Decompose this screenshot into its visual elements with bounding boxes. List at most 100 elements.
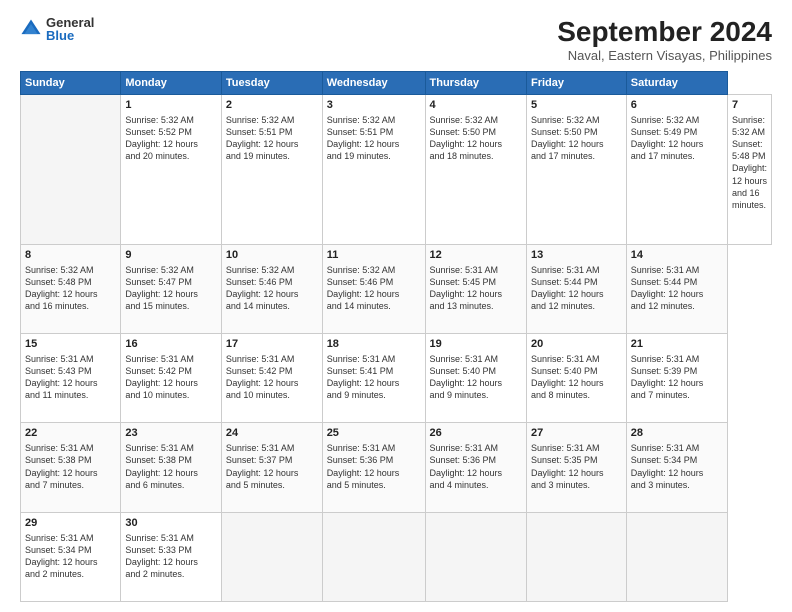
daylight-text-2: and 3 minutes. [531,480,590,490]
daylight-text-2: and 5 minutes. [327,480,386,490]
day-number: 15 [25,337,116,352]
daylight-text: Daylight: 12 hours [631,468,704,478]
day-cell: 13Sunrise: 5:31 AMSunset: 5:44 PMDayligh… [527,244,627,333]
day-cell: 9Sunrise: 5:32 AMSunset: 5:47 PMDaylight… [121,244,222,333]
day-number: 7 [732,98,767,113]
sunset-text: Sunset: 5:40 PM [531,366,598,376]
daylight-text: Daylight: 12 hours [531,139,604,149]
sunrise-text: Sunrise: 5:32 AM [531,115,600,125]
daylight-text: Daylight: 12 hours [430,139,503,149]
sunrise-text: Sunrise: 5:31 AM [226,443,295,453]
daylight-text-2: and 9 minutes. [430,390,489,400]
daylight-text-2: and 2 minutes. [25,569,84,579]
week-row-5: 29Sunrise: 5:31 AMSunset: 5:34 PMDayligh… [21,512,772,601]
daylight-text: Daylight: 12 hours [430,378,503,388]
day-cell: 29Sunrise: 5:31 AMSunset: 5:34 PMDayligh… [21,512,121,601]
sunset-text: Sunset: 5:38 PM [125,455,192,465]
sunrise-text: Sunrise: 5:31 AM [125,354,194,364]
sunset-text: Sunset: 5:45 PM [430,277,497,287]
daylight-text-2: and 12 minutes. [531,301,595,311]
sunset-text: Sunset: 5:41 PM [327,366,394,376]
daylight-text: Daylight: 12 hours [125,289,198,299]
day-cell: 7Sunrise: 5:32 AMSunset: 5:48 PMDaylight… [727,95,771,245]
day-number: 12 [430,248,522,263]
day-cell: 30Sunrise: 5:31 AMSunset: 5:33 PMDayligh… [121,512,222,601]
day-cell: 22Sunrise: 5:31 AMSunset: 5:38 PMDayligh… [21,423,121,512]
col-thursday: Thursday [425,72,526,95]
logo-icon [20,18,42,40]
week-row-4: 22Sunrise: 5:31 AMSunset: 5:38 PMDayligh… [21,423,772,512]
daylight-text: Daylight: 12 hours [430,289,503,299]
daylight-text: Daylight: 12 hours [631,378,704,388]
day-number: 10 [226,248,318,263]
sunset-text: Sunset: 5:38 PM [25,455,92,465]
daylight-text-2: and 18 minutes. [430,151,494,161]
sunset-text: Sunset: 5:40 PM [430,366,497,376]
sunrise-text: Sunrise: 5:31 AM [531,443,600,453]
day-cell: 3Sunrise: 5:32 AMSunset: 5:51 PMDaylight… [322,95,425,245]
sunset-text: Sunset: 5:47 PM [125,277,192,287]
sunset-text: Sunset: 5:43 PM [25,366,92,376]
daylight-text-2: and 7 minutes. [631,390,690,400]
daylight-text-2: and 19 minutes. [226,151,290,161]
daylight-text: Daylight: 12 hours [25,378,98,388]
daylight-text: Daylight: 12 hours [531,468,604,478]
day-cell [221,512,322,601]
day-number: 5 [531,98,622,113]
sunrise-text: Sunrise: 5:31 AM [25,443,94,453]
day-cell [527,512,627,601]
daylight-text-2: and 9 minutes. [327,390,386,400]
daylight-text-2: and 10 minutes. [125,390,189,400]
sunset-text: Sunset: 5:51 PM [327,127,394,137]
sunrise-text: Sunrise: 5:31 AM [531,354,600,364]
sunset-text: Sunset: 5:51 PM [226,127,293,137]
day-number: 29 [25,516,116,531]
day-cell: 1Sunrise: 5:32 AMSunset: 5:52 PMDaylight… [121,95,222,245]
day-number: 27 [531,426,622,441]
sunrise-text: Sunrise: 5:32 AM [125,115,194,125]
day-number: 17 [226,337,318,352]
header: General Blue September 2024 Naval, Easte… [20,16,772,63]
sunrise-text: Sunrise: 5:31 AM [125,443,194,453]
day-cell: 16Sunrise: 5:31 AMSunset: 5:42 PMDayligh… [121,334,222,423]
daylight-text-2: and 2 minutes. [125,569,184,579]
day-cell: 12Sunrise: 5:31 AMSunset: 5:45 PMDayligh… [425,244,526,333]
sunset-text: Sunset: 5:44 PM [531,277,598,287]
month-title: September 2024 [557,16,772,48]
daylight-text-2: and 13 minutes. [430,301,494,311]
sunset-text: Sunset: 5:35 PM [531,455,598,465]
day-number: 2 [226,98,318,113]
sunrise-text: Sunrise: 5:31 AM [25,533,94,543]
day-cell: 5Sunrise: 5:32 AMSunset: 5:50 PMDaylight… [527,95,627,245]
daylight-text-2: and 5 minutes. [226,480,285,490]
col-monday: Monday [121,72,222,95]
daylight-text: Daylight: 12 hours [125,468,198,478]
day-number: 4 [430,98,522,113]
logo-text: General Blue [46,16,94,42]
sunrise-text: Sunrise: 5:31 AM [327,443,396,453]
day-number: 24 [226,426,318,441]
sunset-text: Sunset: 5:42 PM [226,366,293,376]
daylight-text-2: and 6 minutes. [125,480,184,490]
sunrise-text: Sunrise: 5:32 AM [732,115,765,137]
sunrise-text: Sunrise: 5:32 AM [25,265,94,275]
daylight-text-2: and 3 minutes. [631,480,690,490]
sunset-text: Sunset: 5:36 PM [327,455,394,465]
day-cell [21,95,121,245]
daylight-text: Daylight: 12 hours [327,468,400,478]
daylight-text: Daylight: 12 hours [327,378,400,388]
sunset-text: Sunset: 5:36 PM [430,455,497,465]
col-friday: Friday [527,72,627,95]
sunset-text: Sunset: 5:34 PM [25,545,92,555]
sunset-text: Sunset: 5:50 PM [430,127,497,137]
daylight-text-2: and 17 minutes. [631,151,695,161]
day-number: 21 [631,337,723,352]
day-cell: 28Sunrise: 5:31 AMSunset: 5:34 PMDayligh… [626,423,727,512]
daylight-text-2: and 20 minutes. [125,151,189,161]
day-cell: 15Sunrise: 5:31 AMSunset: 5:43 PMDayligh… [21,334,121,423]
sunrise-text: Sunrise: 5:31 AM [430,354,499,364]
day-cell: 8Sunrise: 5:32 AMSunset: 5:48 PMDaylight… [21,244,121,333]
day-number: 11 [327,248,421,263]
sunset-text: Sunset: 5:48 PM [732,139,766,161]
day-number: 16 [125,337,217,352]
